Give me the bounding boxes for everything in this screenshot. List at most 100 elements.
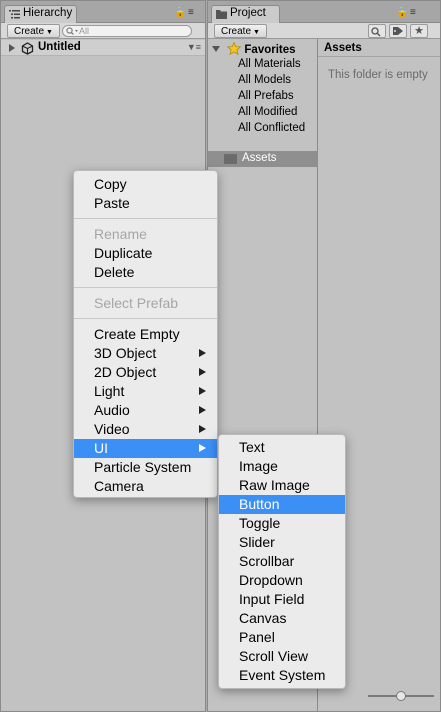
scene-row[interactable]: Untitled ▼≡: [1, 40, 205, 56]
submenu-arrow-icon: [199, 425, 206, 433]
submenu-item-canvas[interactable]: Canvas: [219, 609, 345, 628]
menu-item-paste[interactable]: Paste: [74, 194, 217, 213]
menu-item-label: Toggle: [239, 515, 281, 531]
menu-item-2d-object[interactable]: 2D Object: [74, 363, 217, 382]
menu-item-label: 3D Object: [94, 345, 157, 361]
panel-menu-icon[interactable]: ≡: [410, 7, 416, 18]
submenu-item-button[interactable]: Button: [219, 495, 345, 514]
favorites-header[interactable]: Favorites: [212, 41, 296, 56]
submenu-item-scrollbar[interactable]: Scrollbar: [219, 552, 345, 571]
favorite-label: All Modified: [238, 106, 298, 118]
favorite-item[interactable]: All Materials: [238, 58, 318, 70]
assets-folder-row[interactable]: Assets: [208, 151, 318, 167]
menu-item-camera[interactable]: Camera: [74, 477, 217, 496]
submenu-arrow-icon: [199, 406, 206, 414]
search-icon: [66, 27, 78, 35]
menu-item-create-empty[interactable]: Create Empty: [74, 325, 217, 344]
menu-item-label: Create Empty: [94, 326, 180, 342]
folder-tab-icon: [216, 10, 227, 19]
favorite-item[interactable]: All Conflicted: [238, 122, 318, 134]
menu-separator: [74, 218, 217, 219]
content-breadcrumb[interactable]: Assets: [318, 39, 440, 57]
menu-item-duplicate[interactable]: Duplicate: [74, 244, 217, 263]
menu-item-label: Panel: [239, 629, 275, 645]
favorite-star-button[interactable]: ★: [410, 24, 428, 38]
submenu-item-scroll-view[interactable]: Scroll View: [219, 647, 345, 666]
submenu-item-image[interactable]: Image: [219, 457, 345, 476]
submenu-item-dropdown[interactable]: Dropdown: [219, 571, 345, 590]
lock-icon[interactable]: 🔒: [396, 7, 408, 18]
menu-item-audio[interactable]: Audio: [74, 401, 217, 420]
tag-icon: [393, 27, 403, 35]
menu-item-light[interactable]: Light: [74, 382, 217, 401]
favorite-label: All Materials: [238, 58, 301, 70]
favorites-star-icon: [226, 41, 242, 56]
menu-item-label: Dropdown: [239, 572, 303, 588]
submenu-arrow-icon: [199, 368, 206, 376]
create-label: Create: [221, 26, 252, 37]
assets-folder-label: Assets: [242, 152, 277, 164]
submenu-item-text[interactable]: Text: [219, 438, 345, 457]
menu-item-3d-object[interactable]: 3D Object: [74, 344, 217, 363]
hierarchy-toolbar: Create ▼ All: [1, 23, 205, 39]
scene-menu-icon[interactable]: ▼≡: [187, 42, 201, 52]
favorite-item[interactable]: All Prefabs: [238, 90, 318, 102]
submenu-item-toggle[interactable]: Toggle: [219, 514, 345, 533]
favorite-label: All Conflicted: [238, 122, 306, 134]
submenu-item-panel[interactable]: Panel: [219, 628, 345, 647]
menu-item-label: Paste: [94, 195, 130, 211]
submenu-arrow-icon: [199, 349, 206, 357]
hierarchy-create-button[interactable]: Create ▼: [7, 24, 60, 38]
menu-item-label: Text: [239, 439, 265, 455]
menu-item-label: 2D Object: [94, 364, 157, 380]
filter-by-label-button[interactable]: [389, 24, 407, 38]
favorite-label: All Models: [238, 74, 292, 86]
favorite-item[interactable]: All Models: [238, 74, 318, 86]
menu-item-label: Image: [239, 458, 278, 474]
submenu-item-raw-image[interactable]: Raw Image: [219, 476, 345, 495]
filter-by-type-button[interactable]: [368, 24, 386, 38]
slider-knob[interactable]: [396, 691, 406, 701]
hierarchy-tab[interactable]: Hierarchy: [4, 5, 77, 23]
menu-item-label: Button: [239, 496, 280, 512]
menu-item-label: Scrollbar: [239, 553, 295, 569]
collapse-arrow-icon[interactable]: [212, 46, 220, 52]
submenu-item-input-field[interactable]: Input Field: [219, 590, 345, 609]
project-toolbar: Create ▼ ★: [208, 23, 440, 39]
hierarchy-search-input[interactable]: All: [62, 25, 192, 37]
lock-icon[interactable]: 🔒: [174, 7, 186, 18]
scene-name: Untitled: [38, 41, 81, 53]
filter-type-icon: [371, 27, 381, 37]
submenu-item-event-system[interactable]: Event System: [219, 666, 345, 685]
menu-item-copy[interactable]: Copy: [74, 175, 217, 194]
menu-item-video[interactable]: Video: [74, 420, 217, 439]
menu-item-label: Delete: [94, 264, 135, 280]
menu-item-label: Rename: [94, 226, 147, 242]
submenu-arrow-icon: [199, 444, 206, 452]
project-create-button[interactable]: Create ▼: [214, 24, 267, 38]
menu-item-ui[interactable]: UI: [74, 439, 217, 458]
favorites-label: Favorites: [244, 44, 296, 56]
hierarchy-list-icon: [9, 10, 20, 19]
panel-menu-icon[interactable]: ≡: [188, 7, 194, 18]
menu-item-rename: Rename: [74, 225, 217, 244]
menu-item-label: Input Field: [239, 591, 305, 607]
create-label: Create: [14, 26, 45, 37]
menu-item-label: Video: [94, 421, 130, 437]
ui-submenu: Text Image Raw Image Button Toggle Slide…: [218, 434, 346, 689]
star-icon: ★: [414, 25, 424, 37]
menu-item-label: Event System: [239, 667, 326, 683]
submenu-arrow-icon: [199, 387, 206, 395]
menu-item-label: Canvas: [239, 610, 287, 626]
submenu-item-slider[interactable]: Slider: [219, 533, 345, 552]
menu-item-label: Raw Image: [239, 477, 310, 493]
menu-item-label: Select Prefab: [94, 295, 179, 311]
menu-item-label: Duplicate: [94, 245, 153, 261]
project-tab[interactable]: Project: [211, 5, 280, 23]
hierarchy-tab-label: Hierarchy: [23, 7, 73, 19]
favorite-item[interactable]: All Modified: [238, 106, 318, 118]
menu-item-particle-system[interactable]: Particle System: [74, 458, 217, 477]
expand-arrow-icon[interactable]: [9, 44, 15, 52]
icon-size-slider[interactable]: [368, 691, 434, 701]
menu-item-delete[interactable]: Delete: [74, 263, 217, 282]
